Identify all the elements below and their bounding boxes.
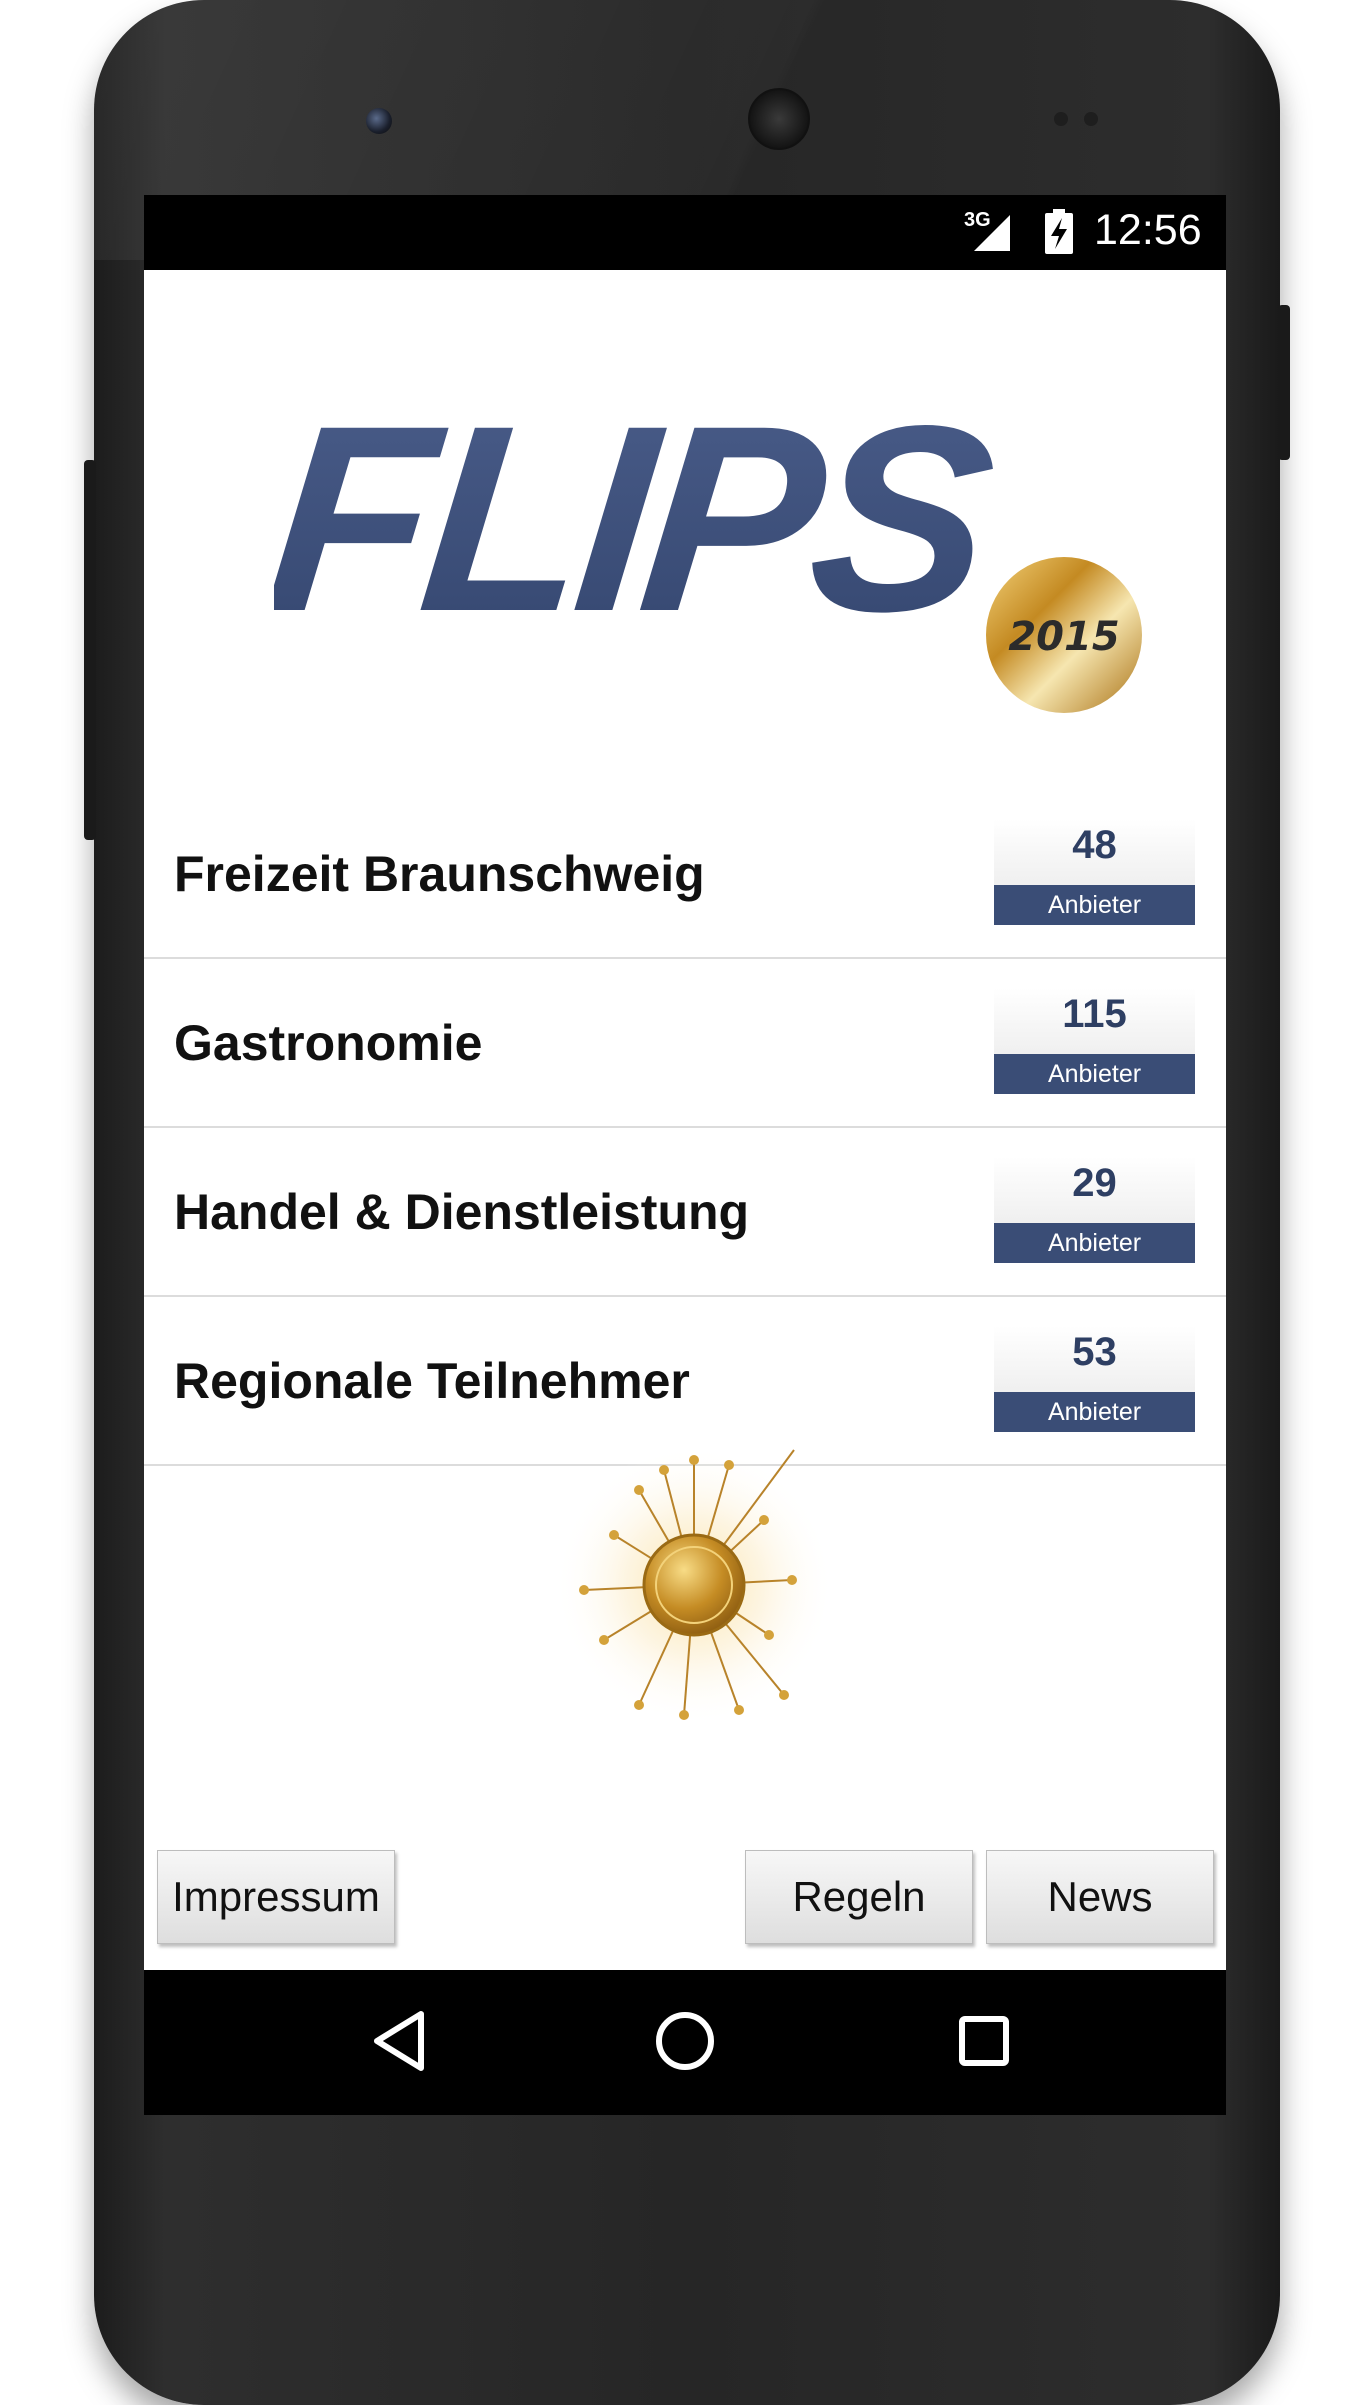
category-name: Handel & Dienstleistung — [174, 1183, 750, 1240]
category-name: Gastronomie — [174, 1014, 483, 1071]
front-camera-icon — [366, 108, 392, 134]
logo-text: FLIPS — [274, 400, 1007, 667]
provider-count: 115 — [1062, 992, 1127, 1036]
category-name: Regionale Teilnehmer — [174, 1352, 690, 1409]
category-item-gastronomie[interactable]: Gastronomie 115 Anbieter — [144, 959, 1226, 1128]
provider-count: 53 — [1072, 1330, 1117, 1374]
status-time: 12:56 — [1094, 206, 1202, 254]
gold-medal-sparkle-icon — [554, 1445, 834, 1725]
provider-count-label: Anbieter — [994, 1054, 1195, 1094]
navigation-bar — [144, 1970, 1226, 2115]
provider-count: 48 — [1072, 823, 1117, 867]
provider-count: 29 — [1072, 1161, 1117, 1205]
logo-year: 2015 — [1008, 614, 1119, 660]
provider-count-badge: 48 Anbieter — [994, 819, 1195, 925]
proximity-sensor — [1054, 112, 1068, 126]
flips-2015-logo: FLIPS 2015 — [274, 400, 1142, 713]
app-content: FLIPS 2015 Freizeit Braunschweig 48 Anbi… — [144, 270, 1226, 1970]
battery-charging-icon — [1045, 209, 1073, 254]
back-triangle-icon[interactable] — [369, 2008, 429, 2074]
signal-strength-icon — [974, 215, 1010, 251]
provider-count-label: Anbieter — [994, 1392, 1195, 1432]
volume-button — [84, 460, 96, 840]
impressum-button[interactable]: Impressum — [157, 1850, 395, 1944]
provider-count-badge: 29 Anbieter — [994, 1157, 1195, 1263]
category-item-handel[interactable]: Handel & Dienstleistung 29 Anbieter — [144, 1128, 1226, 1297]
recents-square-icon[interactable] — [954, 2008, 1014, 2074]
earpiece-speaker-icon — [748, 88, 810, 150]
provider-count-label: Anbieter — [994, 885, 1195, 925]
light-sensor — [1084, 112, 1098, 126]
power-button — [1278, 305, 1290, 460]
news-button[interactable]: News — [986, 1850, 1214, 1944]
regeln-button[interactable]: Regeln — [745, 1850, 973, 1944]
provider-count-label: Anbieter — [994, 1223, 1195, 1263]
category-name: Freizeit Braunschweig — [174, 845, 705, 902]
category-item-freizeit[interactable]: Freizeit Braunschweig 48 Anbieter — [144, 790, 1226, 959]
provider-count-badge: 53 Anbieter — [994, 1326, 1195, 1432]
screen: 3G 12:56 FLIPS 2015 Freizeit Braunschwei… — [144, 195, 1226, 2115]
category-list: Freizeit Braunschweig 48 Anbieter Gastro… — [144, 790, 1226, 1466]
provider-count-badge: 115 Anbieter — [994, 988, 1195, 1094]
status-bar: 3G 12:56 — [144, 195, 1226, 270]
home-circle-icon[interactable] — [652, 2008, 718, 2074]
